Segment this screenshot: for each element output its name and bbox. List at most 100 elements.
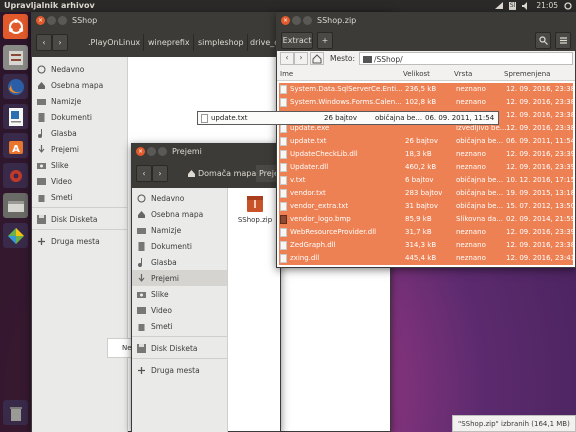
column-header-type[interactable]: Vrsta bbox=[454, 70, 472, 78]
sidebar-item-desktop[interactable]: Namizje bbox=[132, 222, 227, 238]
sidebar-item-other-locations[interactable]: Druga mesta bbox=[132, 362, 227, 378]
trash-icon bbox=[37, 193, 46, 202]
back-button[interactable]: ‹ bbox=[36, 34, 52, 51]
network-icon[interactable] bbox=[494, 1, 503, 10]
sidebar-item-downloads[interactable]: Prejemi bbox=[132, 270, 227, 286]
maximize-button[interactable] bbox=[158, 147, 167, 156]
sidebar-item-home[interactable]: Osebna mapa bbox=[32, 77, 127, 93]
table-row[interactable]: WebResourceProvider.dll 31,7 kB neznano 12.… bbox=[279, 226, 575, 239]
breadcrumb-item[interactable]: simpleshop bbox=[195, 34, 248, 51]
close-button[interactable]: × bbox=[281, 16, 290, 25]
table-row[interactable]: zxing.dll 445,4 kB neznano 12. 09. 2016, 23… bbox=[279, 252, 575, 265]
file-manager-window-downloads: × Prejemi ‹ › Domača mapa Preje Nedavno … bbox=[131, 143, 283, 432]
window-title: SShop.zip bbox=[317, 16, 357, 25]
maximize-button[interactable] bbox=[303, 16, 312, 25]
back-button[interactable]: ‹ bbox=[280, 52, 294, 65]
back-button[interactable]: ‹ bbox=[136, 165, 152, 182]
sidebar-item-downloads[interactable]: Prejemi bbox=[32, 141, 127, 157]
minimize-button[interactable] bbox=[147, 147, 156, 156]
table-row[interactable]: update.txt 26 bajtov običajna be... 06. 09.… bbox=[279, 135, 575, 148]
sidebar-item-videos[interactable]: Video bbox=[132, 302, 227, 318]
system-settings-icon[interactable] bbox=[3, 163, 28, 188]
sidebar-divider bbox=[132, 358, 227, 359]
sidebar-item-documents[interactable]: Dokumenti bbox=[132, 238, 227, 254]
home-button[interactable] bbox=[310, 52, 324, 65]
home-icon bbox=[37, 81, 46, 90]
column-header-modified[interactable]: Spremenjena bbox=[504, 70, 550, 78]
firefox-icon[interactable] bbox=[3, 74, 28, 99]
file-icon bbox=[280, 228, 287, 237]
sidebar-divider bbox=[32, 229, 127, 230]
table-row[interactable]: System.Data.SqlServerCe.Enti... 236,5 kB n… bbox=[279, 83, 575, 96]
folder-icon bbox=[37, 97, 46, 106]
table-row[interactable]: Updater.dll 460,2 kB neznano 12. 09. 2016, … bbox=[279, 161, 575, 174]
table-row[interactable]: vendor_extra.txt 31 bajtov običajna be... 1… bbox=[279, 200, 575, 213]
sidebar-item-music[interactable]: Glasba bbox=[132, 254, 227, 270]
breadcrumb-item[interactable]: wineprefix bbox=[145, 34, 194, 51]
menu-button[interactable] bbox=[555, 32, 571, 49]
sidebar-item-floppy[interactable]: Disk Disketa bbox=[132, 340, 227, 356]
file-view[interactable]: SShop.zip bbox=[228, 188, 280, 431]
search-button[interactable] bbox=[535, 32, 551, 49]
status-text: "SShop.zip" izbranih (164,1 MB) bbox=[458, 419, 570, 428]
clock-icon bbox=[137, 194, 146, 203]
file-cabinet-icon[interactable] bbox=[3, 45, 28, 70]
forward-button[interactable]: › bbox=[152, 165, 168, 182]
sidebar-item-floppy[interactable]: Disk Disketa bbox=[32, 211, 127, 227]
writer-document-icon[interactable] bbox=[3, 104, 28, 129]
close-button[interactable]: × bbox=[36, 16, 45, 25]
hamburger-menu-icon bbox=[559, 37, 567, 44]
volume-icon[interactable] bbox=[522, 1, 530, 10]
forward-button[interactable]: › bbox=[294, 52, 308, 65]
minimize-button[interactable] bbox=[47, 16, 56, 25]
software-center-icon[interactable]: A bbox=[3, 133, 28, 158]
archive-manager-icon[interactable] bbox=[3, 193, 28, 218]
table-row[interactable]: v.txt 6 bajtov običajna be... 10. 12. 2016,… bbox=[279, 174, 575, 187]
top-panel: Upravljalnik arhivov Sl 21:05 bbox=[0, 0, 576, 12]
forward-button[interactable]: › bbox=[52, 34, 68, 51]
file-icon bbox=[280, 150, 287, 159]
sidebar-item-desktop[interactable]: Namizje bbox=[32, 93, 127, 109]
add-files-button[interactable]: + bbox=[317, 32, 333, 49]
close-button[interactable]: × bbox=[136, 147, 145, 156]
table-row[interactable]: vendor_logo.bmp 85,9 kB Slikovna da... 02. … bbox=[279, 213, 575, 226]
maximize-button[interactable] bbox=[58, 16, 67, 25]
sidebar-item-pictures[interactable]: Slike bbox=[132, 286, 227, 302]
table-row[interactable]: ZedGraph.dll 314,3 kB neznano 12. 09. 2016,… bbox=[279, 239, 575, 252]
sidebar-item-music[interactable]: Glasba bbox=[32, 125, 127, 141]
sidebar-item-other-locations[interactable]: Druga mesta bbox=[32, 233, 127, 249]
table-row[interactable]: System.Windows.Forms.Calen... 102,8 kB nez… bbox=[279, 96, 575, 109]
column-header-name[interactable]: Ime bbox=[280, 70, 293, 78]
location-bar: ‹ › Mesto: /SShop/ bbox=[277, 51, 575, 67]
film-icon bbox=[137, 306, 146, 315]
toolbar: Extract + bbox=[277, 29, 575, 51]
ubuntu-dash-icon[interactable] bbox=[3, 14, 28, 39]
sidebar-item-trash[interactable]: Smeti bbox=[32, 189, 127, 205]
extract-button[interactable]: Extract bbox=[281, 32, 313, 49]
sidebar-item-videos[interactable]: Video bbox=[32, 173, 127, 189]
power-gear-icon[interactable] bbox=[564, 1, 572, 10]
playonlinux-icon[interactable] bbox=[3, 223, 28, 248]
sidebar-item-recent[interactable]: Nedavno bbox=[132, 190, 227, 206]
table-row[interactable]: UpdateCheckLib.dll 18,3 kB neznano 12. 09. … bbox=[279, 148, 575, 161]
trash-icon[interactable] bbox=[3, 400, 28, 425]
breadcrumb-item[interactable]: .PlayOnLinux bbox=[85, 34, 145, 51]
sidebar-item-documents[interactable]: Dokumenti bbox=[32, 109, 127, 125]
floppy-icon bbox=[37, 214, 46, 224]
table-row[interactable]: vendor.txt 283 bajtov običajna be... 19. 09… bbox=[279, 187, 575, 200]
clock-icon bbox=[37, 65, 46, 74]
keyboard-layout[interactable]: Sl bbox=[508, 1, 517, 10]
sidebar-item-recent[interactable]: Nedavno bbox=[32, 61, 127, 77]
location-input[interactable]: /SShop/ bbox=[359, 52, 573, 65]
text-file-icon bbox=[201, 114, 208, 125]
sidebar-item-trash[interactable]: Smeti bbox=[132, 318, 227, 334]
text-file-icon bbox=[280, 137, 287, 146]
sidebar-item-pictures[interactable]: Slike bbox=[32, 157, 127, 173]
clock[interactable]: 21:05 bbox=[536, 1, 558, 10]
column-header-size[interactable]: Velikost bbox=[403, 70, 430, 78]
file-item-sshop-zip[interactable]: SShop.zip bbox=[233, 194, 277, 224]
system-tray: Sl 21:05 bbox=[494, 1, 572, 10]
breadcrumb-home[interactable]: Domača mapa bbox=[184, 165, 261, 182]
minimize-button[interactable] bbox=[292, 16, 301, 25]
sidebar-item-home[interactable]: Osebna mapa bbox=[132, 206, 227, 222]
